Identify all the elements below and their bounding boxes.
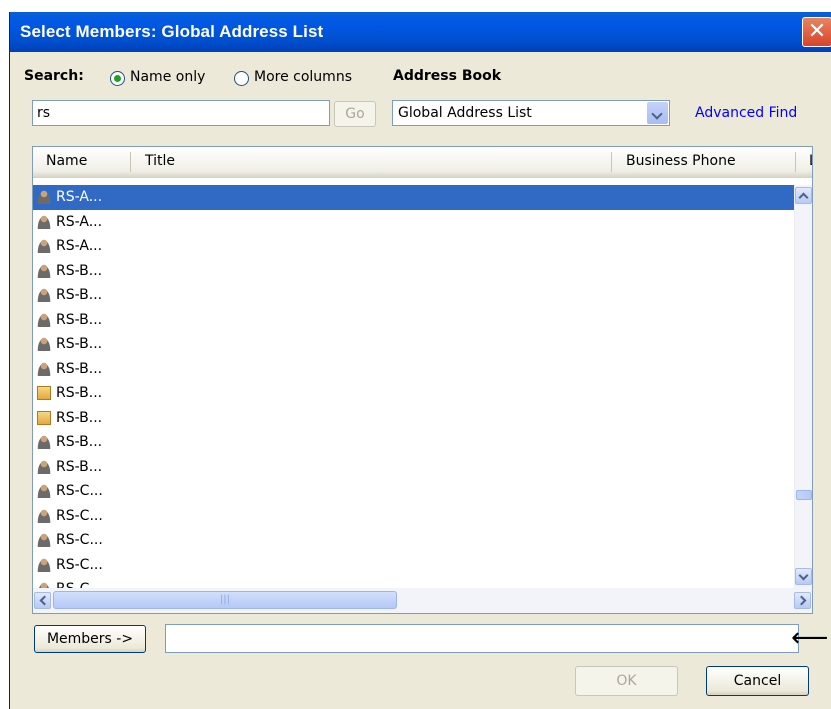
column-separator[interactable] bbox=[611, 152, 612, 172]
row-name: RS-C... bbox=[56, 507, 103, 524]
scroll-left-button[interactable] bbox=[34, 592, 51, 609]
table-row[interactable]: RS-B... bbox=[33, 381, 794, 406]
row-name: RS-C... bbox=[56, 532, 103, 549]
person-icon bbox=[37, 533, 51, 548]
table-row[interactable]: RS-B... bbox=[33, 455, 794, 480]
person-icon bbox=[37, 435, 51, 450]
vertical-scrollbar[interactable] bbox=[794, 185, 812, 588]
search-label: Search: bbox=[24, 68, 84, 84]
person-icon bbox=[37, 484, 51, 499]
table-row[interactable]: RS-B... bbox=[33, 283, 794, 308]
row-name: RS-C... bbox=[56, 581, 103, 588]
person-icon bbox=[37, 361, 51, 376]
close-icon[interactable]: ✕ bbox=[802, 17, 831, 47]
column-separator[interactable] bbox=[795, 152, 796, 172]
distribution-list-icon bbox=[37, 410, 51, 425]
chevron-down-icon[interactable] bbox=[647, 102, 668, 124]
person-icon bbox=[37, 557, 51, 572]
row-name: RS-B... bbox=[56, 287, 103, 304]
table-row[interactable]: RS-C... bbox=[33, 577, 794, 588]
table-row[interactable]: RS-B... bbox=[33, 430, 794, 455]
search-input[interactable]: rs bbox=[32, 100, 330, 126]
radio-more-columns[interactable] bbox=[234, 71, 249, 86]
table-row[interactable]: RS-B... bbox=[33, 357, 794, 382]
table-row[interactable]: RS-C... bbox=[33, 528, 794, 553]
person-icon bbox=[37, 190, 51, 205]
person-icon bbox=[37, 214, 51, 229]
table-row[interactable]: RS-A... bbox=[33, 185, 794, 210]
person-icon bbox=[37, 337, 51, 352]
scroll-up-button[interactable] bbox=[795, 187, 812, 204]
address-book-select[interactable]: Global Address List bbox=[392, 100, 670, 126]
table-row[interactable]: RS-A... bbox=[33, 210, 794, 235]
column-header-name[interactable]: Name bbox=[46, 153, 87, 169]
row-name: RS-A... bbox=[56, 213, 103, 230]
go-button[interactable]: Go bbox=[334, 101, 376, 127]
ok-button[interactable]: OK bbox=[575, 666, 678, 696]
vertical-scroll-thumb[interactable] bbox=[796, 490, 812, 500]
select-members-dialog: Select Members: Global Address List ✕ Se… bbox=[9, 12, 831, 709]
distribution-list-icon bbox=[37, 386, 51, 401]
radio-name-only[interactable] bbox=[110, 71, 125, 86]
row-name: RS-A... bbox=[56, 189, 103, 206]
person-icon bbox=[37, 312, 51, 327]
person-icon bbox=[37, 288, 51, 303]
person-icon bbox=[37, 459, 51, 474]
scroll-right-button[interactable] bbox=[794, 592, 811, 609]
table-row[interactable]: RS-B... bbox=[33, 332, 794, 357]
radio-more-columns-label[interactable]: More columns bbox=[254, 69, 352, 85]
table-row[interactable]: RS-C... bbox=[33, 553, 794, 578]
row-name: RS-B... bbox=[56, 458, 103, 475]
window-title: Select Members: Global Address List bbox=[20, 22, 324, 41]
table-row[interactable]: RS-C... bbox=[33, 479, 794, 504]
search-input-value: rs bbox=[37, 105, 51, 121]
table-row[interactable]: RS-B... bbox=[33, 259, 794, 284]
list-rows: RS-A... RS-A... RS-A... RS-B... RS-B... RS-B.… bbox=[33, 185, 794, 588]
row-name: RS-C... bbox=[56, 483, 103, 500]
row-name: RS-B... bbox=[56, 409, 103, 426]
horizontal-scrollbar[interactable]: ||| bbox=[33, 588, 812, 613]
title-bar[interactable]: Select Members: Global Address List ✕ bbox=[10, 12, 831, 52]
row-name: RS-A... bbox=[56, 238, 103, 255]
row-name: RS-B... bbox=[56, 385, 103, 402]
column-separator[interactable] bbox=[130, 152, 131, 172]
annotation-arrow-icon: ⟵ bbox=[791, 623, 829, 653]
table-row[interactable]: RS-A... bbox=[33, 234, 794, 259]
address-book-label: Address Book bbox=[393, 68, 502, 84]
table-row[interactable]: RS-B... bbox=[33, 406, 794, 431]
table-row[interactable]: RS-C... bbox=[33, 504, 794, 529]
row-name: RS-B... bbox=[56, 360, 103, 377]
row-name: RS-B... bbox=[56, 434, 103, 451]
table-row[interactable]: RS-B... bbox=[33, 308, 794, 333]
column-header-location[interactable]: L bbox=[809, 153, 812, 169]
list-header: Name Title Business Phone L bbox=[33, 147, 812, 178]
column-header-business-phone[interactable]: Business Phone bbox=[626, 153, 736, 169]
radio-name-only-label[interactable]: Name only bbox=[130, 69, 205, 85]
horizontal-scroll-thumb[interactable]: ||| bbox=[53, 591, 397, 609]
scroll-down-button[interactable] bbox=[795, 568, 812, 585]
address-book-selected: Global Address List bbox=[398, 105, 532, 121]
column-header-title[interactable]: Title bbox=[145, 153, 175, 169]
address-list: Name Title Business Phone L RS-A...RS-A.… bbox=[32, 146, 813, 614]
row-name: RS-B... bbox=[56, 311, 103, 328]
members-field[interactable] bbox=[165, 624, 799, 653]
advanced-find-link[interactable]: Advanced Find bbox=[695, 105, 797, 121]
person-icon bbox=[37, 263, 51, 278]
row-name: RS-C... bbox=[56, 556, 103, 573]
row-name: RS-B... bbox=[56, 262, 103, 279]
cancel-button[interactable]: Cancel bbox=[706, 666, 809, 696]
row-name: RS-B... bbox=[56, 336, 103, 353]
person-icon bbox=[37, 508, 51, 523]
members-button[interactable]: Members -> bbox=[34, 625, 146, 653]
person-icon bbox=[37, 239, 51, 254]
